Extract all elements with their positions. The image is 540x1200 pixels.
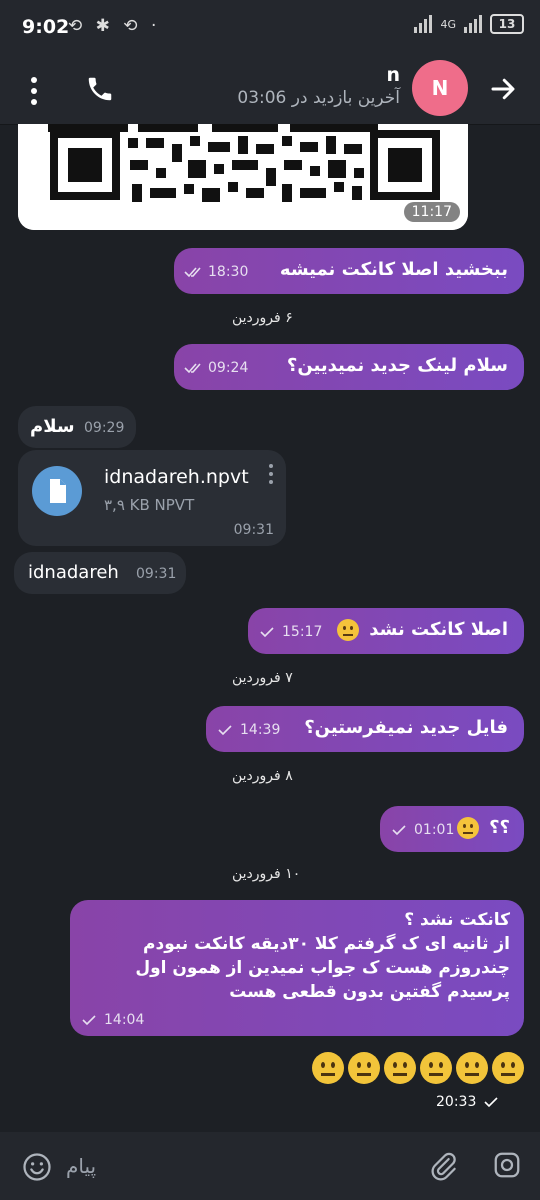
message-meta: 15:17	[258, 624, 322, 640]
neutral-face-icon	[312, 1052, 344, 1084]
message-time: 15:17	[282, 624, 323, 640]
neutral-face-icon	[384, 1052, 416, 1084]
wifi-signal-icon	[414, 15, 433, 33]
message-text: فایل جدید نمیفرستین؟	[304, 717, 508, 738]
outgoing-message[interactable]: ؟؟ 01:01	[380, 806, 524, 852]
message-time: 14:04	[104, 1012, 145, 1028]
message-text: ؟؟	[456, 817, 510, 839]
message-text-content: اصلا کانکت نشد	[369, 619, 508, 640]
file-name: idnadareh.npvt	[104, 466, 249, 488]
battery-icon: 13	[490, 14, 524, 34]
message-text: ببخشید اصلا کانکت نمیشه	[279, 259, 508, 280]
message-input-bar	[0, 1132, 540, 1200]
attachment-icon[interactable]	[428, 1150, 458, 1182]
date-separator: ۸ فروردین	[232, 768, 293, 784]
single-check-icon	[392, 825, 406, 836]
date-separator: ۶ فروردین	[232, 310, 293, 326]
single-check-icon	[484, 1097, 498, 1108]
message-time: 01:01	[414, 822, 455, 838]
file-size: ۳,۹ KB NPVT	[104, 496, 195, 514]
network-type: 4G	[440, 17, 456, 31]
single-check-icon	[82, 1015, 96, 1026]
message-time: 11:17	[403, 202, 460, 222]
message-meta: 09:31	[234, 522, 274, 538]
worried-face-icon	[336, 619, 359, 641]
worried-face-icon	[456, 817, 479, 839]
double-check-icon	[184, 267, 201, 278]
message-line: پرسیدم گفتین بدون قطعی هست	[229, 982, 510, 1002]
message-text: سلام	[30, 416, 75, 437]
message-time: 09:29	[84, 420, 125, 436]
message-text: idnadareh	[28, 562, 119, 583]
file-icon	[50, 479, 66, 503]
status-bar: 9:02 ⟲ ✱ ⟲ · 4G 13	[0, 0, 540, 60]
message-meta: 14:04	[80, 1012, 144, 1028]
back-arrow-icon[interactable]	[488, 74, 518, 104]
message-meta: 01:01	[390, 822, 454, 838]
date-separator: ۱۰ فروردین	[232, 866, 301, 882]
message-text: سلام لینک جدید نمیدیین؟	[286, 355, 508, 376]
chat-screen: 9:02 ⟲ ✱ ⟲ · 4G 13 n آخرین بازدید در 03:…	[0, 0, 540, 1200]
single-check-icon	[260, 627, 274, 638]
last-seen-status: آخرین بازدید در 03:06	[237, 88, 400, 108]
message-meta: 14:39	[216, 722, 280, 738]
message-line: چندروزم هست ک جواب نمیدین از همون اول	[135, 958, 510, 978]
message-line: کانکت نشد ؟	[404, 910, 510, 930]
message-time: 18:30	[208, 264, 249, 280]
message-time: 09:31	[233, 522, 274, 538]
status-time: 9:02	[22, 16, 70, 38]
outgoing-message[interactable]: ببخشید اصلا کانکت نمیشه 18:30	[174, 248, 524, 294]
status-right: 4G 13	[414, 14, 524, 34]
outgoing-message[interactable]: کانکت نشد ؟ از ثانیه ای ک گرفتم کلا ۳۰دی…	[70, 900, 524, 1036]
emoji-row	[308, 1052, 524, 1088]
outgoing-emoji-message[interactable]: 20:33	[296, 1052, 524, 1122]
message-text-content: ؟؟	[489, 817, 510, 838]
message-time: 09:31	[136, 566, 177, 582]
file-download-button[interactable]	[32, 466, 82, 516]
incoming-message[interactable]: سلام 09:29	[18, 406, 136, 448]
double-check-icon	[184, 363, 201, 374]
phone-call-icon[interactable]	[85, 74, 115, 104]
more-menu-icon[interactable]	[24, 74, 44, 108]
outgoing-message[interactable]: فایل جدید نمیفرستین؟ 14:39	[206, 706, 524, 752]
message-text: کانکت نشد ؟ از ثانیه ای ک گرفتم کلا ۳۰دی…	[80, 908, 510, 1004]
contact-name[interactable]: n	[386, 64, 400, 86]
message-time: 20:33	[436, 1094, 477, 1110]
incoming-file-message[interactable]: idnadareh.npvt ۳,۹ KB NPVT 09:31	[18, 450, 286, 546]
notification-icons: ⟲ ✱ ⟲ ·	[68, 16, 161, 36]
qr-code-image-message[interactable]: 11:17	[18, 124, 468, 230]
message-meta: 09:24	[184, 360, 248, 376]
avatar[interactable]: N	[412, 60, 468, 116]
message-meta: 20:33	[436, 1094, 500, 1110]
neutral-face-icon	[456, 1052, 488, 1084]
neutral-face-icon	[348, 1052, 380, 1084]
message-text: اصلا کانکت نشد	[336, 619, 508, 641]
incoming-message[interactable]: idnadareh 09:31	[14, 552, 186, 594]
message-time: 14:39	[240, 722, 281, 738]
camera-icon[interactable]	[492, 1150, 522, 1180]
message-input[interactable]	[64, 1150, 408, 1182]
outgoing-message[interactable]: اصلا کانکت نشد 15:17	[248, 608, 524, 654]
message-meta: 18:30	[184, 264, 248, 280]
cell-signal-icon	[464, 15, 482, 33]
message-line: از ثانیه ای ک گرفتم کلا ۳۰دیقه کانکت نبو…	[143, 934, 510, 954]
neutral-face-icon	[492, 1052, 524, 1084]
qr-code-image	[18, 124, 468, 230]
message-meta: 09:31	[136, 566, 176, 582]
file-menu-icon[interactable]	[268, 464, 274, 488]
message-meta: 09:29	[84, 420, 124, 436]
chat-header: n آخرین بازدید در 03:06 N	[0, 60, 540, 125]
neutral-face-icon	[420, 1052, 452, 1084]
message-time: 09:24	[208, 360, 249, 376]
single-check-icon	[218, 725, 232, 736]
message-list[interactable]: 11:17 ببخشید اصلا کانکت نمیشه 18:30 ۶ فر…	[0, 124, 540, 1132]
outgoing-message[interactable]: سلام لینک جدید نمیدیین؟ 09:24	[174, 344, 524, 390]
date-separator: ۷ فروردین	[232, 670, 293, 686]
emoji-icon[interactable]	[22, 1152, 52, 1182]
